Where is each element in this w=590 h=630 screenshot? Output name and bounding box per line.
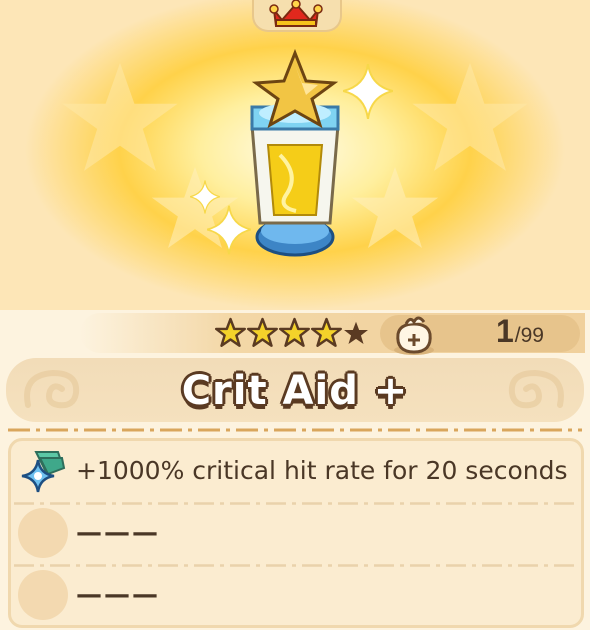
empty-slot-icon <box>18 508 68 558</box>
owned-max: /99 <box>514 324 544 347</box>
empty-slot-icon <box>18 570 68 620</box>
bag-icon <box>394 316 434 355</box>
rarity-stars <box>215 317 369 348</box>
sparkle-icon <box>207 205 251 255</box>
background-star-icon <box>351 167 439 249</box>
item-title: Crit Aid + <box>181 368 409 414</box>
owned-current: 1 <box>496 313 514 349</box>
star-empty-icon <box>344 321 368 345</box>
effect-row: ——— <box>14 566 574 624</box>
effect-text: +1000% critical hit rate for 20 seconds <box>76 456 568 485</box>
effect-text: ——— <box>76 580 160 610</box>
sparkle-icon <box>343 64 393 119</box>
title-divider <box>8 428 582 432</box>
crown-tab <box>252 0 342 32</box>
effect-row: ——— <box>14 504 574 562</box>
owned-count: 1 /99 <box>496 313 544 353</box>
star-filled-icon <box>215 317 246 347</box>
star-filled-icon <box>247 317 278 347</box>
background-star-icon <box>62 62 178 171</box>
star-filled-icon <box>311 317 342 347</box>
background-star-icon <box>412 62 528 171</box>
effect-text: ——— <box>76 518 160 548</box>
star-filled-icon <box>279 317 310 347</box>
crit-sparkle-icon <box>21 451 66 493</box>
crown-icon <box>269 0 323 27</box>
effect-row: +1000% critical hit rate for 20 seconds <box>14 442 574 500</box>
